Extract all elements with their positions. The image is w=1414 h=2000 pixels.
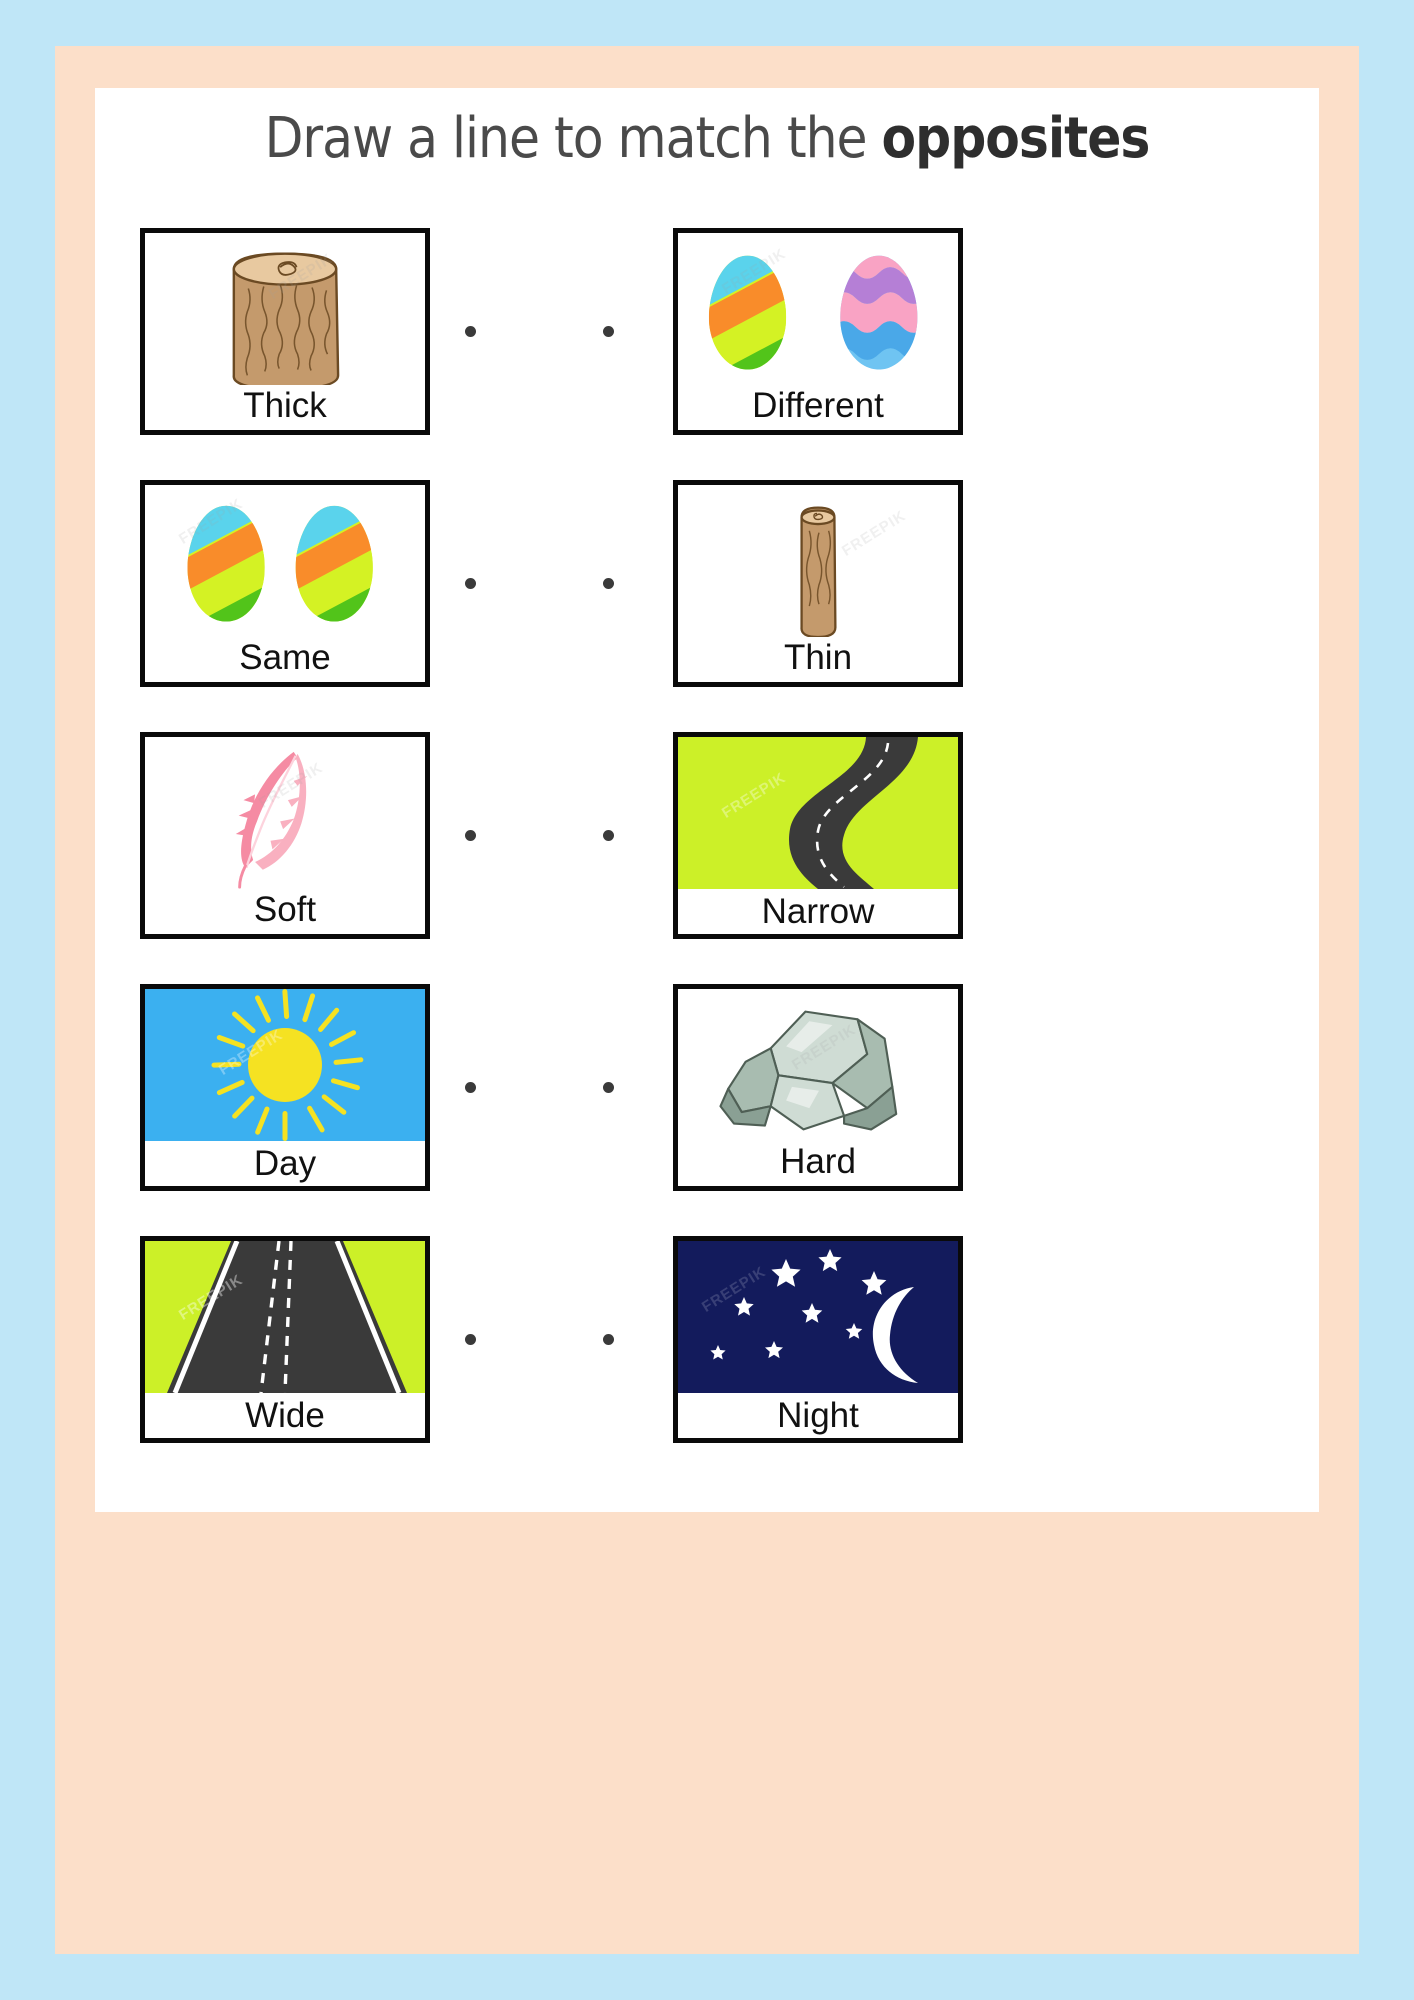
card-wide[interactable]: FREEPIK Wide	[140, 1236, 430, 1443]
card-day[interactable]: FREEPIK Day	[140, 984, 430, 1191]
art-wide-road: FREEPIK	[145, 1241, 425, 1393]
title-bold-part: opposites	[881, 106, 1151, 171]
connector-dot-left[interactable]	[465, 830, 476, 841]
art-rocks: FREEPIK	[678, 989, 958, 1141]
card-label: Different	[752, 386, 884, 425]
card-different[interactable]: FREEPIK Different	[673, 228, 963, 435]
card-thin[interactable]: FREEPIK Thin	[673, 480, 963, 687]
connector-dot-right[interactable]	[603, 326, 614, 337]
connector-dot-right[interactable]	[603, 1334, 614, 1345]
card-night[interactable]: FREEPIK Night	[673, 1236, 963, 1443]
connector-dot-left[interactable]	[465, 1334, 476, 1345]
connector-dot-left[interactable]	[465, 578, 476, 589]
match-row: FREEPIK Thick	[95, 228, 1319, 480]
art-two-different-eggs: FREEPIK	[678, 233, 958, 385]
match-rows: FREEPIK Thick	[95, 228, 1319, 1488]
card-same[interactable]: FREEPIK Same	[140, 480, 430, 687]
card-label: Same	[239, 638, 331, 677]
connector-dot-right[interactable]	[603, 578, 614, 589]
card-label: Day	[253, 1144, 317, 1183]
card-label: Soft	[253, 890, 317, 929]
connector-dot-right[interactable]	[603, 830, 614, 841]
card-label: Thin	[783, 638, 853, 677]
art-narrow-road: FREEPIK	[678, 737, 958, 889]
art-feather: FREEPIK	[145, 737, 425, 889]
connector-dot-right[interactable]	[603, 1082, 614, 1093]
match-row: FREEPIK Wide Night	[95, 1236, 1319, 1488]
card-label: Narrow	[761, 892, 875, 931]
card-label: Hard	[780, 1142, 856, 1181]
art-sun-sky: FREEPIK	[145, 989, 425, 1141]
card-narrow[interactable]: FREEPIK Narrow	[673, 732, 963, 939]
title-plain-part: Draw a line to match the	[264, 106, 882, 171]
worksheet-sheet: Draw a line to match the opposites Thick…	[95, 88, 1319, 1512]
card-label: Thick	[243, 386, 327, 425]
match-row: FREEPIK Same	[95, 480, 1319, 732]
card-label: Wide	[245, 1396, 325, 1435]
page-title: Draw a line to match the opposites	[95, 109, 1319, 169]
card-thick[interactable]: FREEPIK Thick	[140, 228, 430, 435]
card-hard[interactable]: FREEPIK Hard	[673, 984, 963, 1191]
art-thin-log: FREEPIK	[678, 485, 958, 637]
match-row: FREEPIK Day Hard	[95, 984, 1319, 1236]
connector-dot-left[interactable]	[465, 1082, 476, 1093]
card-soft[interactable]: FREEPIK Soft	[140, 732, 430, 939]
worksheet-page: Draw a line to match the opposites Thick…	[0, 0, 1414, 2000]
art-thick-log: FREEPIK	[145, 233, 425, 385]
art-moon-stars: FREEPIK	[678, 1241, 958, 1393]
card-label: Night	[777, 1396, 859, 1435]
art-two-same-eggs: FREEPIK	[145, 485, 425, 637]
match-row: FREEPIK Soft FREEPIK Narrow	[95, 732, 1319, 984]
connector-dot-left[interactable]	[465, 326, 476, 337]
